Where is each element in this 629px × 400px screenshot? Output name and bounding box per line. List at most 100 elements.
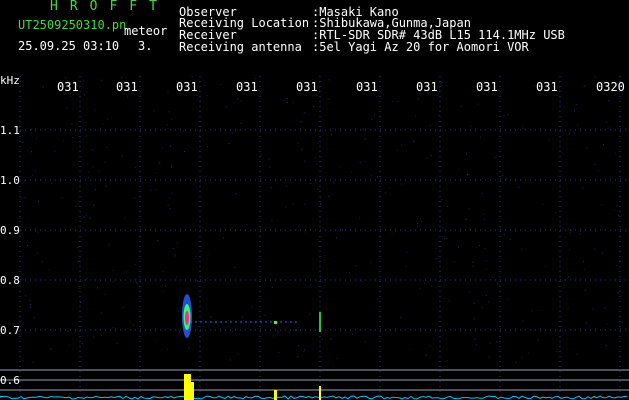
noise-dot: [419, 287, 421, 289]
noise-dot: [112, 327, 114, 328]
noise-dot: [92, 149, 94, 151]
noise-dot: [569, 249, 571, 251]
noise-dot: [135, 281, 137, 283]
noise-dot: [608, 100, 610, 102]
noise-dot: [431, 285, 433, 287]
y-tick-label: 0.7: [0, 324, 20, 337]
noise-dot: [331, 134, 333, 136]
noise-dot: [255, 129, 257, 131]
noise-dot: [296, 329, 297, 330]
noise-dot: [112, 270, 114, 272]
noise-dot: [198, 135, 200, 137]
noise-dot: [497, 282, 499, 284]
spectrogram-canvas: [0, 76, 629, 400]
noise-dot: [286, 97, 288, 99]
noise-dot: [105, 185, 107, 187]
noise-dot: [76, 219, 77, 221]
noise-dot: [268, 158, 270, 160]
noise-dot: [24, 196, 26, 198]
noise-dot: [371, 119, 373, 120]
noise-dot: [223, 237, 224, 239]
noise-dot: [496, 341, 498, 343]
meteor-label: meteor: [124, 24, 168, 38]
noise-dot: [336, 358, 338, 359]
noise-dot: [107, 118, 108, 120]
noise-dot: [582, 187, 584, 189]
noise-dot: [503, 234, 505, 236]
noise-dot: [482, 213, 484, 215]
noise-dot: [417, 223, 419, 225]
noise-dot: [310, 284, 312, 286]
noise-dot: [297, 142, 299, 144]
noise-dot: [73, 164, 75, 166]
noise-dot: [474, 338, 476, 340]
noise-dot: [342, 229, 344, 231]
noise-dot: [602, 144, 604, 146]
noise-dot: [542, 204, 544, 205]
noise-dot: [318, 91, 320, 93]
noise-dot: [548, 138, 550, 140]
noise-dot: [77, 288, 79, 290]
noise-dot: [406, 251, 408, 253]
noise-dot: [83, 80, 85, 82]
noise-dot: [361, 280, 363, 282]
noise-dot: [30, 304, 32, 305]
noise-dot: [469, 228, 471, 230]
noise-dot: [29, 305, 31, 307]
noise-dot: [37, 231, 39, 233]
noise-dot: [310, 183, 312, 185]
noise-dot: [429, 345, 431, 347]
noise-dot: [124, 217, 126, 219]
noise-dot: [300, 121, 301, 123]
noise-dot: [67, 330, 69, 332]
noise-dot: [298, 327, 300, 329]
noise-dot: [246, 224, 248, 226]
noise-dot: [260, 154, 262, 156]
noise-dot: [303, 351, 305, 352]
noise-dot: [203, 84, 205, 86]
noise-dot: [315, 157, 317, 159]
noise-dot: [478, 95, 479, 97]
noise-dot: [551, 200, 553, 202]
noise-dot: [100, 312, 102, 314]
y-tick-label: 0.6: [0, 374, 20, 387]
noise-dot: [321, 338, 323, 340]
noise-dot: [480, 136, 481, 138]
noise-dot: [184, 151, 186, 153]
noise-dot: [241, 316, 243, 318]
noise-dot: [110, 127, 112, 129]
noise-dot: [134, 166, 136, 168]
noise-dot: [167, 204, 169, 206]
noise-dot: [79, 288, 81, 290]
noise-dot: [303, 112, 305, 114]
noise-dot: [419, 218, 421, 220]
noise-dot: [348, 272, 350, 274]
noise-dot: [157, 240, 159, 241]
noise-dot: [491, 277, 493, 278]
noise-dot: [65, 77, 66, 79]
noise-dot: [159, 161, 161, 163]
noise-dot: [426, 157, 428, 159]
noise-dot: [29, 306, 31, 308]
noise-dot: [75, 205, 77, 207]
noise-dot: [351, 334, 353, 335]
noise-dot: [333, 182, 335, 184]
noise-dot: [231, 331, 233, 333]
histogram-bar: [319, 386, 321, 400]
y-tick-label: 0.8: [0, 274, 20, 287]
meteor-count: 3.: [138, 39, 153, 53]
noise-dot: [324, 255, 326, 257]
noise-dot: [31, 129, 32, 130]
noise-dot: [397, 101, 399, 102]
noise-dot: [606, 121, 608, 123]
noise-dot: [68, 344, 70, 346]
noise-dot: [565, 236, 567, 238]
noise-dot: [81, 343, 83, 345]
noise-dot: [478, 245, 480, 246]
noise-dot: [169, 208, 171, 210]
noise-dot: [178, 331, 180, 333]
noise-dot: [485, 260, 487, 262]
noise-dot: [121, 155, 123, 157]
noise-dot: [534, 85, 536, 86]
noise-dot: [609, 127, 611, 129]
